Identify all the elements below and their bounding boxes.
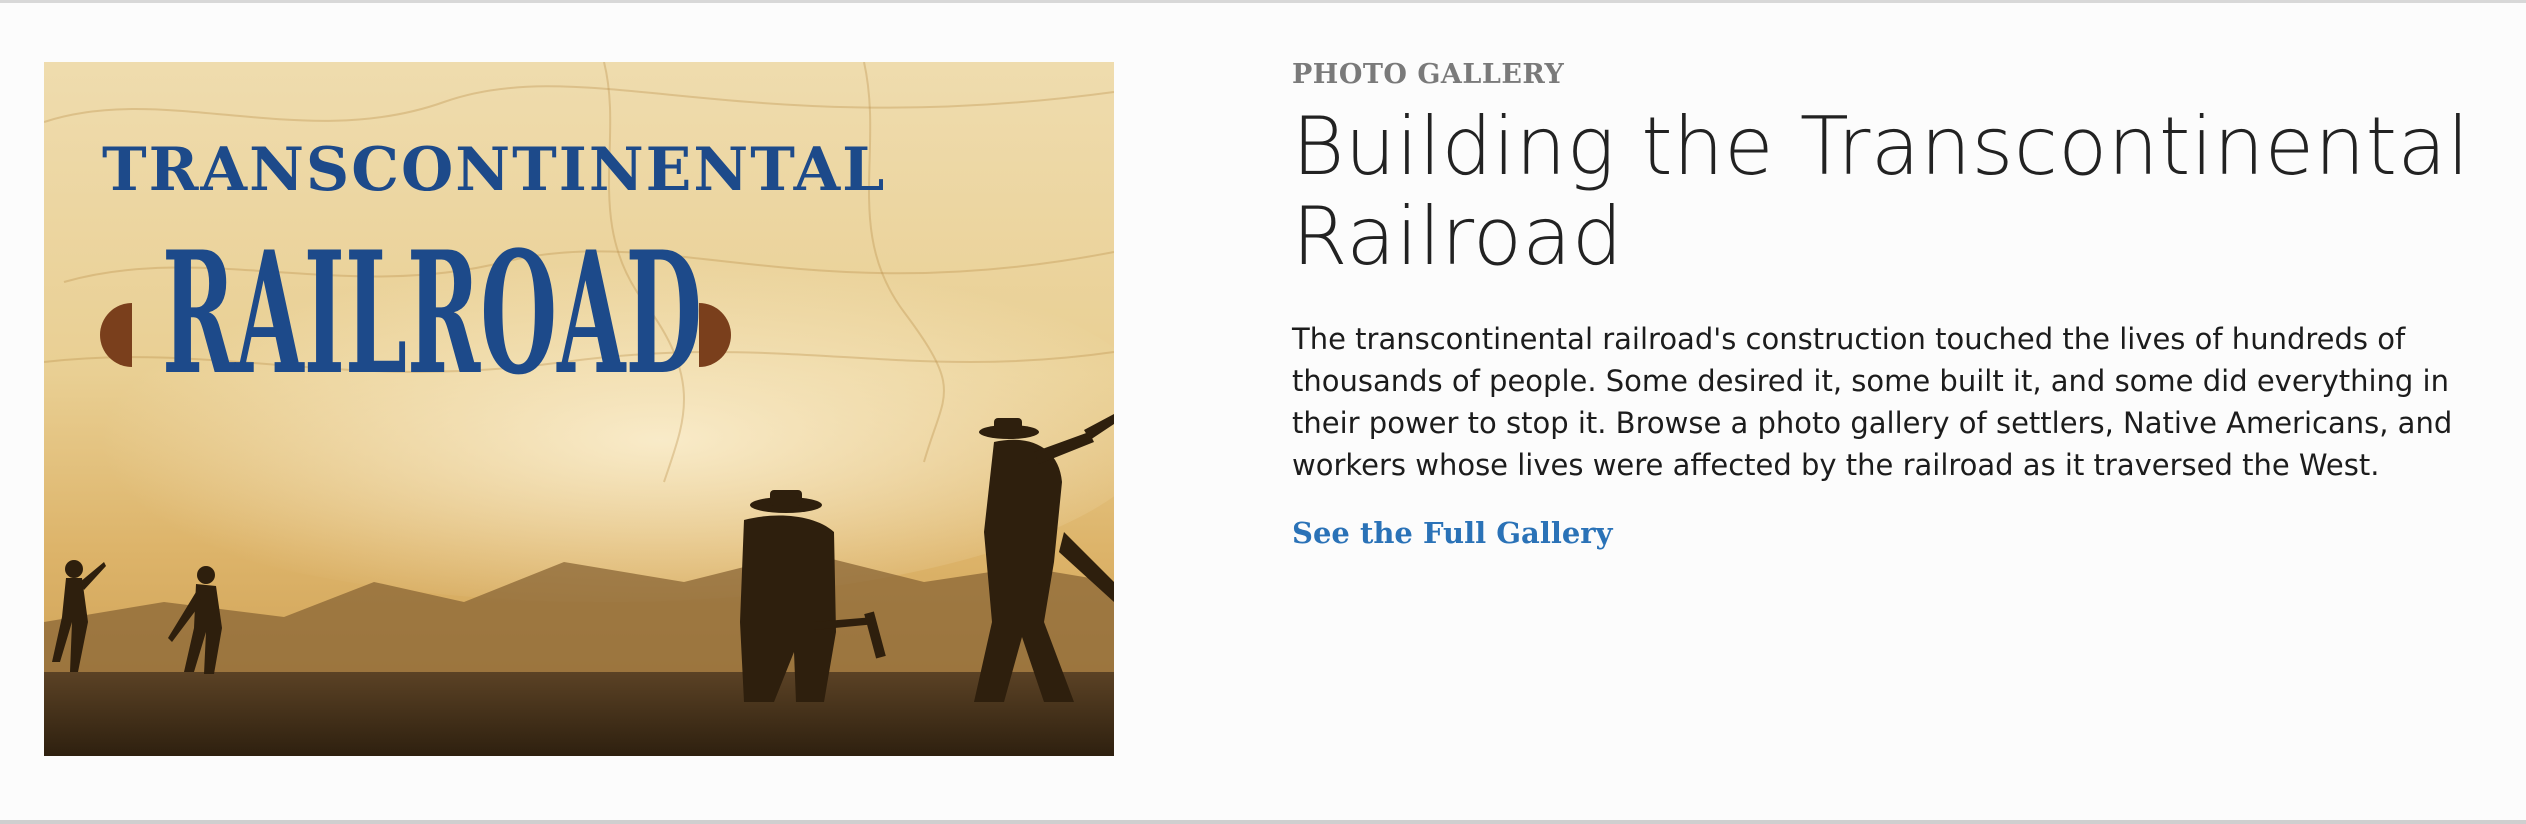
photo-gallery-section: TRANSCONTINENTAL RAILROAD PHOTO GALLERY … [0, 0, 2526, 824]
section-eyebrow: PHOTO GALLERY [1292, 59, 1565, 90]
gallery-hero-image[interactable]: TRANSCONTINENTAL RAILROAD [44, 62, 1114, 756]
gallery-title: Building the Transcontinental Railroad [1292, 100, 2470, 283]
gallery-description: The transcontinental railroad's construc… [1292, 322, 2453, 482]
railroad-illustration: TRANSCONTINENTAL RAILROAD [44, 62, 1114, 756]
see-full-gallery-link[interactable]: See the Full Gallery [1292, 516, 1612, 550]
top-divider [0, 0, 2526, 3]
headline-main: RAILROAD [162, 214, 702, 412]
headline-top: TRANSCONTINENTAL [102, 135, 886, 205]
bottom-divider [0, 820, 2526, 824]
gallery-text-block: PHOTO GALLERY Building the Transcontinen… [1292, 58, 2492, 550]
